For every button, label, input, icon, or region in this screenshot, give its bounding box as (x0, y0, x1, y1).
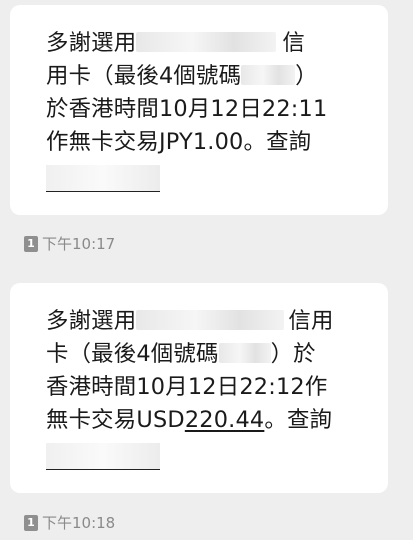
redacted-bank-name (136, 309, 285, 330)
message-bubble[interactable]: 多謝選用 信用 卡（最後4個號碼 ）於 香港時間10月12日22:12作 無卡交易U… (10, 283, 388, 493)
message-line: 香港時間10月12日22:12作 (46, 374, 328, 400)
message-line (46, 437, 362, 470)
redacted-bank-name (136, 31, 277, 52)
message-line: 用卡（最後4個號碼） (46, 63, 318, 89)
redacted-card-digits (241, 64, 296, 85)
message-line: 多謝選用信 (46, 30, 305, 56)
message-meta: 1 下午10:18 (24, 512, 115, 533)
redacted-phone-link[interactable] (46, 443, 160, 470)
message-time: 下午10:17 (42, 235, 116, 253)
message-line: 於香港時間10月12日22:11 (46, 96, 328, 122)
sim-card-icon: 1 (24, 514, 38, 531)
message-time: 下午10:18 (42, 514, 116, 532)
amount-link[interactable]: 220.44 (185, 407, 265, 433)
redacted-card-digits (218, 342, 271, 363)
message-line: 無卡交易USD220.44。查詢 (46, 407, 333, 433)
redacted-phone-link[interactable] (46, 165, 160, 192)
sim-card-icon: 1 (24, 235, 38, 252)
message-line (46, 159, 362, 192)
message-line: 卡（最後4個號碼 ）於 (46, 341, 316, 367)
message-line: 多謝選用 信用 (46, 308, 334, 334)
message-bubble[interactable]: 多謝選用信 用卡（最後4個號碼） 於香港時間10月12日22:11 作無卡交易J… (10, 5, 388, 215)
message-meta: 1 下午10:17 (24, 233, 115, 254)
message-line: 作無卡交易JPY1.00。查詢 (46, 129, 312, 155)
